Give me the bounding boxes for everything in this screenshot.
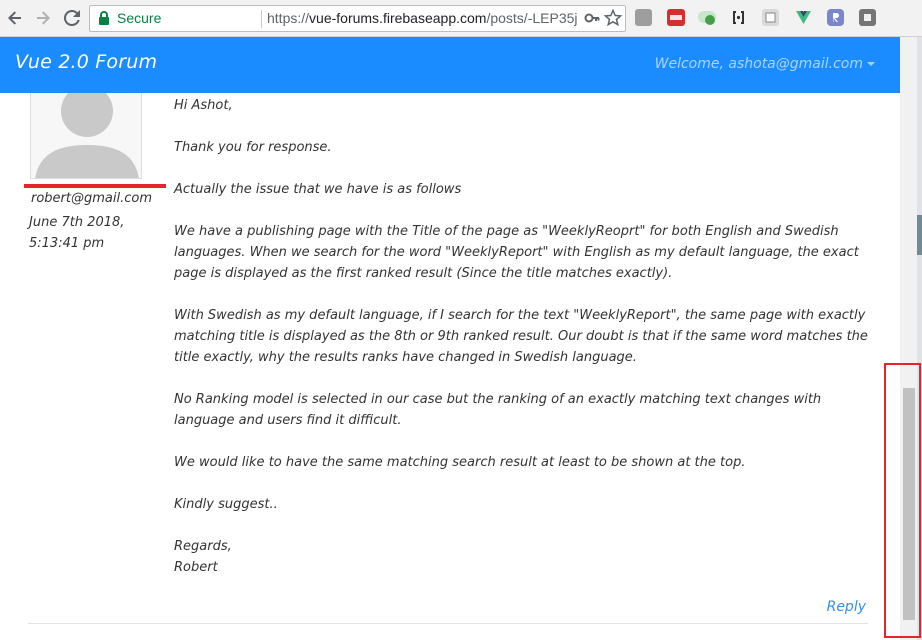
post-paragraph: We have a publishing page with the Title…	[174, 224, 859, 281]
user-silhouette-icon	[35, 93, 139, 178]
toggle-knob-icon	[705, 15, 715, 25]
r-icon[interactable]	[827, 9, 844, 26]
secure-label: Secure	[117, 10, 162, 26]
chevron-down-icon	[867, 62, 875, 66]
author-email: robert@gmail.com	[31, 191, 152, 206]
window-edge-mark	[917, 215, 922, 255]
post-paragraph: Actually the issue that we have is as fo…	[174, 182, 462, 197]
back-arrow-icon	[8, 11, 21, 25]
url-scheme: https://	[267, 10, 310, 26]
office-icon[interactable]	[762, 9, 779, 26]
red-underline-mark	[24, 184, 166, 188]
scrollbar-highlight-box	[884, 363, 921, 638]
post-paragraph: With Swedish as my default language, if …	[174, 308, 868, 365]
post-paragraph: No Ranking model is selected in our case…	[174, 392, 822, 428]
post-date-line2: 5:13:41 pm	[29, 236, 105, 251]
cors-label-icon	[670, 15, 682, 20]
cors-icon[interactable]	[667, 9, 685, 26]
avatar	[30, 93, 142, 179]
welcome-text: Welcome, ashota@gmail.com	[654, 56, 863, 72]
forward-button[interactable]	[32, 6, 54, 30]
bookmark-star-icon[interactable]	[604, 9, 622, 27]
post-signature: Robert	[174, 560, 218, 575]
post-paragraph: Thank you for response.	[174, 140, 332, 155]
page-action-icon[interactable]	[635, 9, 652, 26]
post-paragraph: Kindly suggest..	[174, 497, 278, 512]
post-divider	[28, 623, 868, 624]
vue-devtools-icon[interactable]	[795, 9, 812, 26]
back-button[interactable]	[4, 6, 26, 30]
post-date: June 7th 2018, 5:13:41 pm	[29, 212, 159, 254]
url-host: vue-forums.firebaseapp.com	[309, 10, 487, 26]
toggle-icon[interactable]	[698, 11, 716, 25]
browser-toolbar: Secure https://vue-forums.firebaseapp.co…	[0, 0, 922, 37]
page-viewport: Vue 2.0 Forum Welcome, ashota@gmail.com …	[0, 37, 900, 640]
post-body: Hi Ashot, Thank you for response. Actual…	[174, 95, 874, 599]
url-path: /posts/-LEP35jzM4gEKsrS...	[486, 10, 577, 26]
user-menu[interactable]: Welcome, ashota@gmail.com	[655, 56, 875, 72]
post-date-line1: June 7th 2018,	[29, 215, 125, 230]
shield-glyph-icon	[864, 14, 871, 21]
forward-arrow-icon	[37, 11, 50, 25]
lock-icon	[99, 11, 109, 25]
post-paragraph: Hi Ashot,	[174, 98, 233, 113]
bracket-glyph-icon	[733, 11, 744, 24]
address-bar[interactable]: Secure https://vue-forums.firebaseapp.co…	[89, 5, 626, 32]
post-paragraph: Regards,	[174, 539, 232, 554]
reload-button[interactable]	[61, 6, 83, 30]
vue-logo-icon	[796, 11, 811, 24]
brand-title[interactable]: Vue 2.0 Forum	[15, 51, 157, 73]
top-navbar: Vue 2.0 Forum Welcome, ashota@gmail.com	[0, 37, 900, 93]
reply-link[interactable]: Reply	[827, 599, 866, 615]
r-glyph-icon	[833, 13, 839, 22]
url-text[interactable]: https://vue-forums.firebaseapp.com/posts…	[267, 10, 577, 26]
address-separator	[261, 10, 262, 28]
shield-icon[interactable]	[859, 9, 876, 26]
reload-icon	[64, 10, 80, 26]
bracket-icon[interactable]	[730, 9, 747, 26]
key-icon[interactable]	[584, 10, 600, 26]
office-glyph-icon	[765, 12, 776, 23]
post-paragraph: We would like to have the same matching …	[174, 455, 746, 470]
